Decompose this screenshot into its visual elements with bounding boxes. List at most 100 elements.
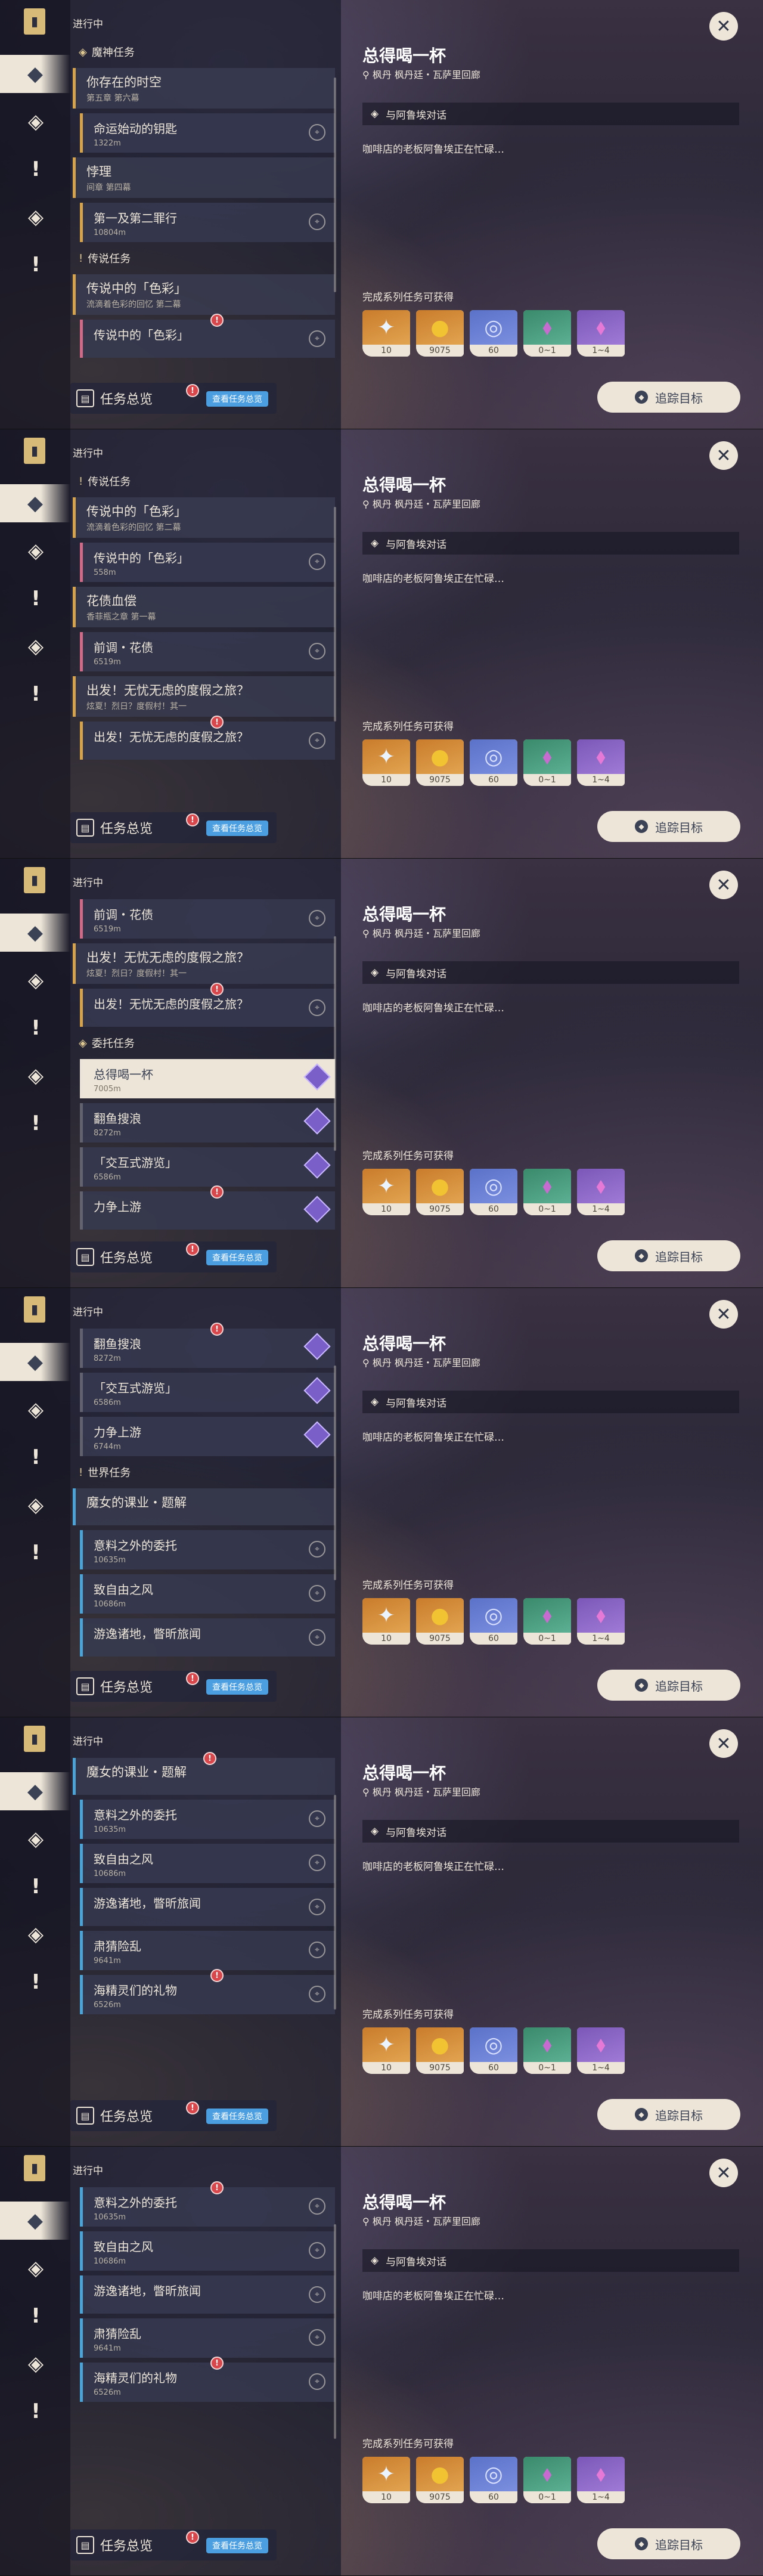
reward-item[interactable]: ◎ 60 — [470, 1598, 517, 1645]
commission-tab[interactable]: ◈ — [17, 1057, 55, 1095]
commission-tab[interactable]: ◈ — [17, 198, 55, 236]
reward-item[interactable]: ● 9075 — [416, 2027, 464, 2074]
quest-item[interactable]: 传说中的「色彩」 558m ⌖ — [80, 543, 335, 582]
commission-tab[interactable]: ◈ — [17, 1486, 55, 1524]
navigate-icon[interactable]: ⌖ — [309, 1899, 325, 1915]
commission-tab[interactable]: ◈ — [17, 2345, 55, 2383]
quest-overview-button[interactable]: ▤ 任务总览 查看任务总览! — [70, 383, 277, 414]
navigate-icon[interactable]: ⌖ — [309, 2329, 325, 2346]
navigate-icon[interactable]: ⌖ — [309, 1942, 325, 1958]
world-quest-tab[interactable]: ! — [17, 675, 55, 713]
quest-group[interactable]: 魔女的课业・题解! — [73, 1752, 335, 1795]
quest-group[interactable]: 传说中的「色彩」 流滴着色彩的回忆 第二幕 — [73, 497, 335, 538]
navigate-icon[interactable]: ⌖ — [309, 910, 325, 927]
quest-item[interactable]: 肃猜险乱 9641m ⌖ — [80, 2318, 335, 2358]
quest-item[interactable]: 游逸诸地，瞥昕旅闻 ⌖ — [80, 2275, 335, 2314]
navigate-icon[interactable]: ⌖ — [309, 1986, 325, 2002]
archon-quest-tab[interactable]: ◈ — [17, 1391, 55, 1429]
commission-tab[interactable]: ◈ — [17, 1915, 55, 1953]
quest-item[interactable]: 致自由之风 10686m ⌖ — [80, 1574, 335, 1614]
quest-group[interactable]: 出发！无忧无虑的度假之旅？ 炫夏！烈日？度假村！其一 — [73, 943, 335, 984]
quest-item[interactable]: 力争上游! — [80, 1185, 335, 1230]
quest-group[interactable]: 出发！无忧无虑的度假之旅？ 炫夏！烈日？度假村！其一 — [73, 676, 335, 717]
all-quests-tab[interactable]: ◆ — [0, 2202, 70, 2240]
track-objective-button[interactable]: ◆ 追踪目标 — [597, 2528, 740, 2559]
list-scrollbar[interactable] — [334, 507, 336, 722]
quest-item[interactable]: 总得喝一杯 7005m — [80, 1059, 335, 1098]
reward-item[interactable]: ⬧ 1~4 — [577, 1169, 625, 1215]
all-quests-tab[interactable]: ◆ — [0, 1343, 70, 1381]
legend-quest-tab[interactable]: ! — [17, 1438, 55, 1476]
quest-item[interactable]: 前调・花债 6519m ⌖ — [80, 632, 335, 671]
quest-item[interactable]: 意料之外的委托 10635m ⌖! — [80, 2181, 335, 2227]
close-button[interactable]: ✕ — [709, 1729, 738, 1758]
reward-item[interactable]: ● 9075 — [416, 1169, 464, 1215]
navigate-icon[interactable]: ⌖ — [309, 999, 325, 1016]
quest-item[interactable]: 致自由之风 10686m ⌖ — [80, 2231, 335, 2271]
navigate-icon[interactable]: ⌖ — [309, 2198, 325, 2215]
track-objective-button[interactable]: ◆ 追踪目标 — [597, 1670, 740, 1701]
navigate-icon[interactable]: ⌖ — [309, 213, 325, 230]
track-objective-button[interactable]: ◆ 追踪目标 — [597, 382, 740, 413]
navigate-icon[interactable]: ⌖ — [309, 2242, 325, 2259]
reward-item[interactable]: ✦ 10 — [362, 310, 410, 357]
quest-group[interactable]: 你存在的时空 第五章 第六幕 — [73, 68, 335, 109]
quest-item[interactable]: 肃猜险乱 9641m ⌖ — [80, 1931, 335, 1970]
list-scrollbar[interactable] — [334, 936, 336, 1151]
quest-group[interactable]: 传说中的「色彩」 流滴着色彩的回忆 第二幕 — [73, 274, 335, 315]
world-quest-tab[interactable]: ! — [17, 2392, 55, 2431]
navigate-icon[interactable]: ⌖ — [309, 2286, 325, 2303]
quest-item[interactable]: 「交互式游览」 6586m — [80, 1373, 335, 1412]
track-objective-button[interactable]: ◆ 追踪目标 — [597, 811, 740, 842]
navigate-icon[interactable]: ⌖ — [309, 1585, 325, 1602]
close-button[interactable]: ✕ — [709, 871, 738, 899]
quest-book-icon[interactable]: ▮ — [24, 1296, 45, 1323]
navigate-icon[interactable]: ⌖ — [309, 643, 325, 660]
quest-item[interactable]: 传说中的「色彩」 ⌖! — [80, 314, 335, 358]
navigate-icon[interactable]: ⌖ — [309, 330, 325, 347]
reward-item[interactable]: ⬧ 0~1 — [523, 2027, 571, 2074]
close-button[interactable]: ✕ — [709, 12, 738, 41]
reward-item[interactable]: ● 9075 — [416, 2457, 464, 2503]
archon-quest-tab[interactable]: ◈ — [17, 2249, 55, 2287]
reward-item[interactable]: ⬧ 0~1 — [523, 1598, 571, 1645]
view-overview-pill[interactable]: 查看任务总览 — [206, 1250, 268, 1265]
quest-overview-button[interactable]: ▤ 任务总览 查看任务总览! — [70, 2529, 277, 2560]
quest-overview-button[interactable]: ▤ 任务总览 查看任务总览! — [70, 2100, 277, 2131]
navigate-icon[interactable]: ⌖ — [309, 124, 325, 141]
reward-item[interactable]: ◎ 60 — [470, 2457, 517, 2503]
navigate-icon[interactable]: ⌖ — [309, 1810, 325, 1827]
quest-book-icon[interactable]: ▮ — [24, 438, 45, 464]
quest-group[interactable]: 花债血偿 香菲瓶之章 第一幕 — [73, 587, 335, 627]
all-quests-tab[interactable]: ◆ — [0, 914, 70, 952]
archon-quest-tab[interactable]: ◈ — [17, 103, 55, 141]
view-overview-pill[interactable]: 查看任务总览 — [206, 1679, 268, 1695]
quest-book-icon[interactable]: ▮ — [24, 2155, 45, 2181]
view-overview-pill[interactable]: 查看任务总览 — [206, 2538, 268, 2553]
view-overview-pill[interactable]: 查看任务总览 — [206, 2109, 268, 2124]
quest-overview-button[interactable]: ▤ 任务总览 查看任务总览! — [70, 812, 277, 843]
reward-item[interactable]: ● 9075 — [416, 1598, 464, 1645]
quest-item[interactable]: 海精灵们的礼物 6526m ⌖! — [80, 1969, 335, 2014]
reward-item[interactable]: ◎ 60 — [470, 1169, 517, 1215]
reward-item[interactable]: ● 9075 — [416, 739, 464, 786]
view-overview-pill[interactable]: 查看任务总览 — [206, 821, 268, 836]
quest-item[interactable]: 翻鱼搜浪 8272m — [80, 1103, 335, 1143]
view-overview-pill[interactable]: 查看任务总览 — [206, 391, 268, 407]
reward-item[interactable]: ⬧ 0~1 — [523, 1169, 571, 1215]
list-scrollbar[interactable] — [334, 78, 336, 292]
all-quests-tab[interactable]: ◆ — [0, 484, 70, 522]
quest-book-icon[interactable]: ▮ — [24, 1726, 45, 1752]
reward-item[interactable]: ◎ 60 — [470, 310, 517, 357]
quest-book-icon[interactable]: ▮ — [24, 8, 45, 35]
track-objective-button[interactable]: ◆ 追踪目标 — [597, 2099, 740, 2130]
reward-item[interactable]: ⬧ 1~4 — [577, 310, 625, 357]
reward-item[interactable]: ⬧ 0~1 — [523, 310, 571, 357]
legend-quest-tab[interactable]: ! — [17, 1009, 55, 1047]
navigate-icon[interactable]: ⌖ — [309, 732, 325, 749]
legend-quest-tab[interactable]: ! — [17, 580, 55, 618]
world-quest-tab[interactable]: ! — [17, 1534, 55, 1572]
quest-item[interactable]: 出发！无忧无虑的度假之旅？ ⌖! — [80, 716, 335, 760]
quest-item[interactable]: 意料之外的委托 10635m ⌖ — [80, 1530, 335, 1569]
quest-group[interactable]: 魔女的课业・题解 — [73, 1488, 335, 1525]
